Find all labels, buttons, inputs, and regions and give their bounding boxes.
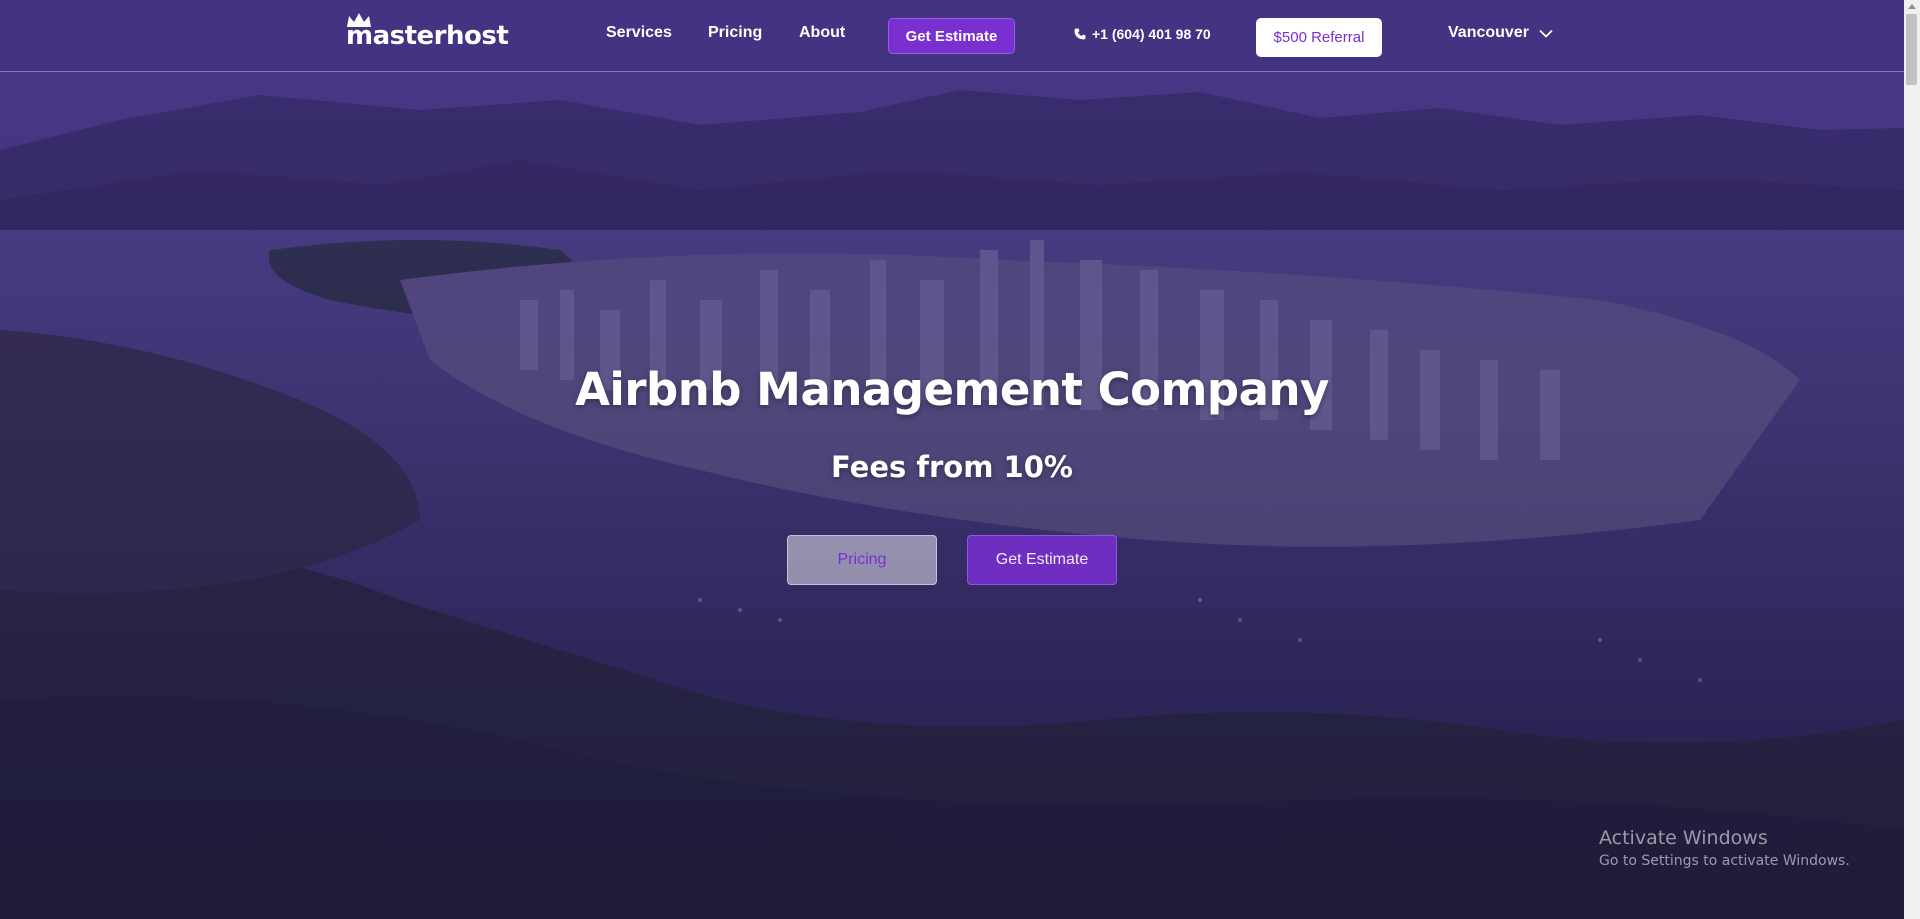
nav-link-pricing[interactable]: Pricing [708, 24, 762, 42]
hero-title: Airbnb Management Company [575, 363, 1329, 416]
windows-activation-watermark: Activate Windows Go to Settings to activ… [1599, 826, 1850, 870]
chevron-down-icon [1539, 29, 1553, 38]
watermark-title: Activate Windows [1599, 827, 1768, 849]
hero-pricing-button[interactable]: Pricing [787, 535, 937, 585]
page-scrollbar[interactable] [1904, 0, 1920, 919]
scroll-up-arrow-icon[interactable] [1908, 4, 1916, 9]
phone-link[interactable]: +1 (604) 401 98 70 [1074, 26, 1211, 42]
crown-icon [347, 13, 371, 27]
phone-number: +1 (604) 401 98 70 [1092, 26, 1211, 42]
referral-button[interactable]: $500 Referral [1256, 18, 1382, 57]
scrollbar-thumb[interactable] [1906, 14, 1917, 85]
logo[interactable]: masterhost [346, 12, 509, 52]
page: masterhost Services Pricing About Get Es… [0, 0, 1920, 919]
nav-link-about[interactable]: About [799, 24, 845, 42]
get-estimate-nav-button[interactable]: Get Estimate [888, 18, 1015, 54]
nav-link-services[interactable]: Services [606, 24, 672, 42]
site-header: masterhost Services Pricing About Get Es… [0, 0, 1904, 72]
city-dropdown[interactable]: Vancouver [1448, 24, 1553, 42]
city-label: Vancouver [1448, 24, 1529, 41]
watermark-subtitle: Go to Settings to activate Windows. [1599, 853, 1850, 869]
hero-subtitle: Fees from 10% [831, 450, 1073, 484]
hero-get-estimate-button[interactable]: Get Estimate [967, 535, 1117, 585]
phone-icon [1074, 28, 1086, 40]
